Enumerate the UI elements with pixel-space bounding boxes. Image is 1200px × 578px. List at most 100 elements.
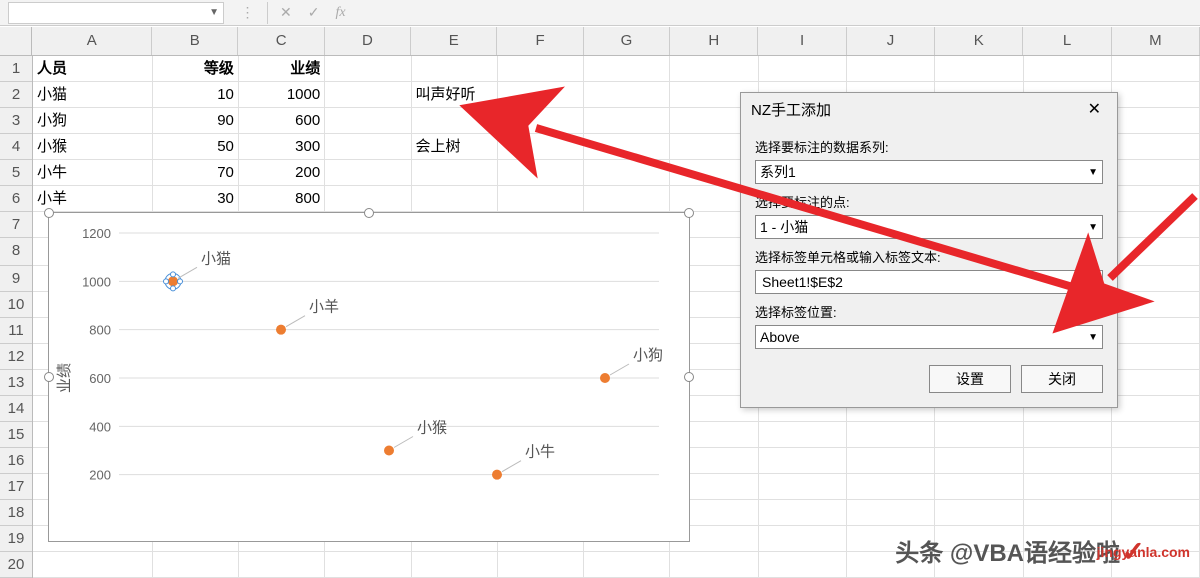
select-all-corner[interactable] <box>0 27 32 55</box>
cell[interactable] <box>1112 500 1200 526</box>
refedit-icon[interactable]: _ <box>1083 270 1103 294</box>
column-header[interactable]: K <box>935 27 1023 55</box>
cell[interactable]: 300 <box>239 134 325 160</box>
cell[interactable] <box>498 552 584 578</box>
cell[interactable] <box>1112 448 1200 474</box>
fx-icon[interactable]: fx <box>335 5 345 21</box>
cell[interactable] <box>1112 370 1200 396</box>
column-header[interactable]: B <box>152 27 238 55</box>
cell[interactable] <box>847 448 935 474</box>
cell[interactable] <box>1024 422 1112 448</box>
cell[interactable]: 小狗 <box>33 108 153 134</box>
cell-b1[interactable]: 等级 <box>153 56 239 82</box>
row-header[interactable]: 5 <box>0 160 32 186</box>
chart-handle[interactable] <box>44 208 54 218</box>
cell[interactable] <box>412 108 498 134</box>
row-header[interactable]: 20 <box>0 552 32 578</box>
row-header[interactable]: 4 <box>0 134 32 160</box>
close-button[interactable]: 关闭 <box>1021 365 1103 393</box>
cell-c1[interactable]: 业绩 <box>239 56 325 82</box>
row-header[interactable]: 17 <box>0 474 32 500</box>
cell[interactable]: 90 <box>153 108 239 134</box>
row-header[interactable]: 7 <box>0 212 32 238</box>
chart-object[interactable]: 业绩 12001000800600400200 小猫小羊小猴小牛小狗 <box>48 212 690 542</box>
cell[interactable]: 叫声好听 <box>412 82 498 108</box>
cell[interactable] <box>935 500 1023 526</box>
cell-d1[interactable] <box>325 56 411 82</box>
cell[interactable] <box>1024 474 1112 500</box>
column-header[interactable]: A <box>32 27 152 55</box>
cell[interactable]: 800 <box>239 186 325 212</box>
cell[interactable] <box>1112 292 1200 318</box>
cell-e1[interactable] <box>412 56 498 82</box>
chart-handle[interactable] <box>44 372 54 382</box>
cell[interactable] <box>759 422 847 448</box>
row-header[interactable]: 16 <box>0 448 32 474</box>
cell[interactable] <box>325 160 411 186</box>
dialog-titlebar[interactable]: NZ手工添加 ✕ <box>741 93 1117 125</box>
row-header[interactable]: 11 <box>0 318 32 344</box>
cell[interactable] <box>847 474 935 500</box>
row-header[interactable]: 15 <box>0 422 32 448</box>
cell[interactable] <box>584 160 670 186</box>
row-header[interactable]: 6 <box>0 186 32 212</box>
cell[interactable]: 30 <box>153 186 239 212</box>
cell[interactable] <box>1112 134 1200 160</box>
cell[interactable] <box>498 160 584 186</box>
column-header[interactable]: C <box>238 27 324 55</box>
column-header[interactable]: L <box>1023 27 1111 55</box>
column-header[interactable]: H <box>670 27 758 55</box>
cell[interactable] <box>412 160 498 186</box>
cell[interactable] <box>584 552 670 578</box>
point-dropdown[interactable]: 1 - 小猫▼ <box>755 215 1103 239</box>
cell[interactable] <box>935 422 1023 448</box>
cell[interactable] <box>759 474 847 500</box>
cell[interactable] <box>759 500 847 526</box>
series-dropdown[interactable]: 系列1▼ <box>755 160 1103 184</box>
cell[interactable] <box>1024 500 1112 526</box>
column-header[interactable]: G <box>584 27 670 55</box>
cell[interactable] <box>1112 186 1200 212</box>
cell[interactable] <box>33 552 153 578</box>
column-header[interactable]: M <box>1112 27 1200 55</box>
cell[interactable]: 50 <box>153 134 239 160</box>
column-header[interactable]: I <box>758 27 846 55</box>
cell[interactable] <box>847 500 935 526</box>
chart-handle[interactable] <box>684 372 694 382</box>
column-header[interactable]: F <box>497 27 583 55</box>
cell[interactable] <box>498 82 584 108</box>
chart-handle[interactable] <box>364 208 374 218</box>
cell[interactable] <box>325 134 411 160</box>
cell[interactable] <box>584 82 670 108</box>
cell[interactable]: 1000 <box>239 82 325 108</box>
cell[interactable] <box>1112 422 1200 448</box>
cell[interactable] <box>847 422 935 448</box>
cell[interactable]: 70 <box>153 160 239 186</box>
row-header[interactable]: 12 <box>0 344 32 370</box>
cell[interactable]: 600 <box>239 108 325 134</box>
cell[interactable] <box>584 186 670 212</box>
label-text-input[interactable] <box>755 270 1081 294</box>
row-header[interactable]: 13 <box>0 370 32 396</box>
cell[interactable] <box>239 552 325 578</box>
cancel-icon[interactable]: ✕ <box>280 4 292 21</box>
cell[interactable] <box>759 448 847 474</box>
cell[interactable] <box>1112 108 1200 134</box>
cell[interactable]: 小牛 <box>33 160 153 186</box>
cell[interactable] <box>670 552 758 578</box>
cell[interactable]: 200 <box>239 160 325 186</box>
cell[interactable] <box>412 552 498 578</box>
cell[interactable] <box>759 526 847 552</box>
dropdown-icon[interactable]: ▼ <box>209 7 219 18</box>
cell[interactable] <box>1112 160 1200 186</box>
cell[interactable]: 会上树 <box>412 134 498 160</box>
cell[interactable]: 10 <box>153 82 239 108</box>
cell[interactable]: 小猫 <box>33 82 153 108</box>
cell[interactable] <box>1112 266 1200 292</box>
cell[interactable] <box>1024 448 1112 474</box>
cell[interactable] <box>498 108 584 134</box>
cell[interactable] <box>325 82 411 108</box>
cell[interactable] <box>498 186 584 212</box>
cell[interactable] <box>1112 344 1200 370</box>
cell[interactable] <box>584 108 670 134</box>
